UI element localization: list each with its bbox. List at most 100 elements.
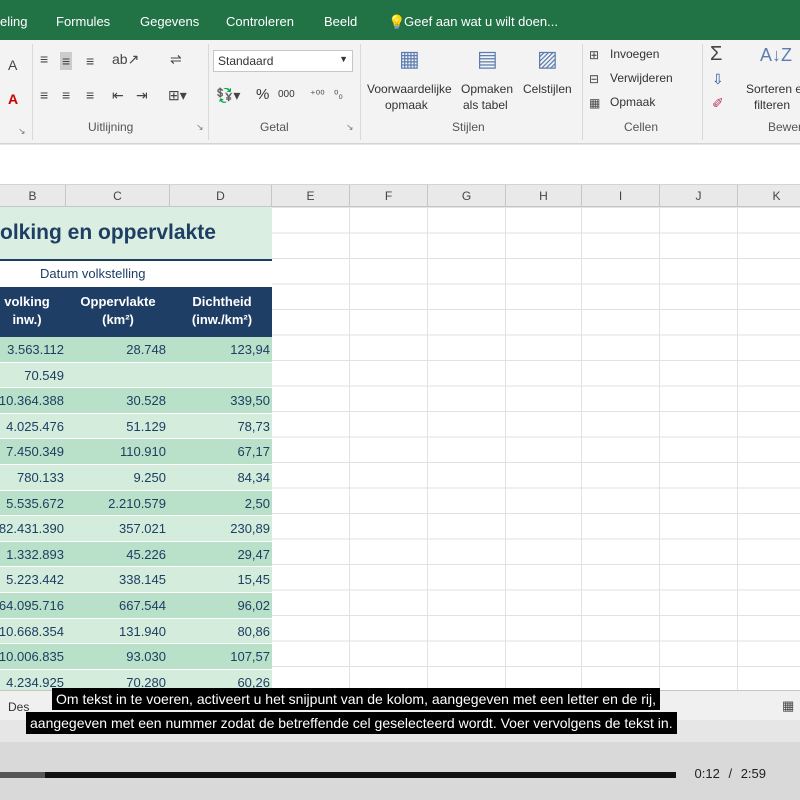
column-header-b[interactable]: B — [0, 185, 66, 207]
autosum-icon[interactable]: Σ — [710, 44, 722, 64]
thousands-separator-button[interactable]: 000 — [278, 89, 295, 100]
column-header-i[interactable]: I — [582, 185, 660, 207]
tab-formulas[interactable]: Formules — [56, 0, 110, 40]
cell-density[interactable]: 84,34 — [237, 470, 270, 485]
cell-area[interactable]: 131.940 — [119, 624, 166, 639]
clear-icon[interactable]: ✐ — [712, 96, 724, 110]
column-header-j[interactable]: J — [660, 185, 738, 207]
column-header-d[interactable]: D — [170, 185, 272, 207]
align-right-icon[interactable]: ≡ — [86, 88, 94, 102]
progress-fill — [0, 772, 46, 778]
align-center-icon[interactable]: ≡ — [62, 88, 70, 102]
cell-density[interactable]: 78,73 — [237, 419, 270, 434]
cell-density[interactable]: 230,89 — [230, 521, 270, 536]
format-button[interactable]: Opmaak — [610, 95, 655, 109]
format-as-table-label: Opmaken — [461, 82, 514, 96]
align-middle-icon[interactable]: ≡ — [60, 52, 73, 70]
cell-area[interactable]: 110.910 — [120, 444, 166, 459]
fill-icon[interactable]: ⇩ — [712, 72, 724, 86]
number-format-select[interactable]: Standaard ▼ — [213, 50, 353, 72]
format-as-table-button[interactable]: ▤ Opmaken als tabel — [459, 44, 519, 116]
cell-population[interactable]: 64.095.716 — [0, 598, 64, 613]
cell-population[interactable]: 70.549 — [24, 368, 64, 383]
number-launcher-icon[interactable]: ↘ — [346, 122, 354, 133]
sort-filter-button[interactable]: Sorteren e — [746, 82, 800, 96]
font-launcher-icon[interactable]: ↘ — [18, 124, 26, 138]
table-row: 780.133 9.250 84,34 — [0, 465, 272, 491]
cell-density[interactable]: 67,17 — [237, 444, 270, 459]
cell-population[interactable]: 10.006.835 — [0, 649, 64, 664]
header-area[interactable]: Oppervlakte (km²) — [66, 293, 170, 329]
header-density[interactable]: Dichtheid (inw./km²) — [172, 293, 272, 329]
table-title-cell[interactable]: olking en oppervlakte — [0, 207, 272, 259]
cell-area[interactable]: 667.544 — [119, 598, 166, 613]
cell-population[interactable]: 10.364.388 — [0, 393, 64, 408]
date-label-cell[interactable]: Datum volkstelling — [0, 261, 272, 287]
cell-area[interactable]: 45.226 — [126, 547, 166, 562]
decrease-indent-icon[interactable]: ⇤ — [112, 88, 124, 102]
align-top-icon[interactable]: ≡ — [40, 52, 48, 66]
chevron-down-icon: ▼ — [339, 54, 348, 64]
cell-area[interactable]: 2.210.579 — [108, 496, 166, 511]
tell-me-search[interactable]: Geef aan wat u wilt doen... — [404, 0, 558, 40]
column-header-e[interactable]: E — [272, 185, 350, 207]
increase-indent-icon[interactable]: ⇥ — [136, 88, 148, 102]
cell-density[interactable]: 80,86 — [237, 624, 270, 639]
cell-area[interactable]: 30.528 — [126, 393, 166, 408]
orientation-icon[interactable]: ab↗ — [112, 52, 139, 66]
tab-view[interactable]: Beeld — [324, 0, 357, 40]
formula-bar[interactable] — [0, 145, 800, 185]
accounting-format-icon[interactable]: 💱▾ — [216, 88, 240, 102]
cell-population[interactable]: 3.563.112 — [7, 342, 64, 357]
cell-population[interactable]: 5.535.672 — [6, 496, 64, 511]
font-size-icon[interactable]: A — [8, 58, 17, 72]
cell-density[interactable]: 96,02 — [237, 598, 270, 613]
cell-population[interactable]: 780.133 — [17, 470, 64, 485]
alignment-launcher-icon[interactable]: ↘ — [196, 122, 204, 133]
cell-density[interactable]: 15,45 — [237, 572, 270, 587]
cell-styles-button[interactable]: ▨ Celstijlen — [519, 44, 579, 116]
percent-button[interactable]: % — [256, 86, 269, 103]
cell-area[interactable]: 51.129 — [126, 419, 166, 434]
cell-area[interactable]: 357.021 — [119, 521, 166, 536]
cell-density[interactable]: 339,50 — [230, 393, 270, 408]
cell-density[interactable]: 2,50 — [245, 496, 270, 511]
cell-area[interactable]: 9.250 — [133, 470, 166, 485]
header-population[interactable]: volking inw.) — [0, 293, 58, 329]
cell-population[interactable]: 82.431.390 — [0, 521, 64, 536]
progress-track[interactable] — [0, 772, 676, 778]
conditional-formatting-button[interactable]: ▦ Voorwaardelijke opmaak — [365, 44, 459, 116]
cell-area[interactable]: 338.145 — [119, 572, 166, 587]
tab-review[interactable]: Controleren — [226, 0, 294, 40]
column-header-g[interactable]: G — [428, 185, 506, 207]
delete-button[interactable]: Verwijderen — [610, 71, 673, 85]
cell-density[interactable]: 107,57 — [230, 649, 270, 664]
wrap-text-icon[interactable]: ⇌ — [170, 52, 182, 66]
font-color-icon[interactable]: A — [8, 92, 18, 106]
align-bottom-icon[interactable]: ≡ — [86, 54, 94, 68]
increase-decimal-icon[interactable]: ⁺⁰⁰ — [310, 88, 325, 102]
cell-area[interactable]: 28.748 — [126, 342, 166, 357]
insert-button[interactable]: Invoegen — [610, 47, 659, 61]
column-header-k[interactable]: K — [738, 185, 800, 207]
merge-cells-icon[interactable]: ⊞▾ — [168, 88, 187, 102]
normal-view-icon[interactable]: ▦ — [782, 699, 794, 713]
decrease-decimal-icon[interactable]: ⁰₀ — [334, 88, 343, 102]
cell-population[interactable]: 7.450.349 — [6, 444, 64, 459]
cell-area[interactable]: 93.030 — [126, 649, 166, 664]
column-header-f[interactable]: F — [350, 185, 428, 207]
cell-population[interactable]: 5.223.442 — [6, 572, 64, 587]
cell-population[interactable]: 4.025.476 — [6, 419, 64, 434]
cell-density[interactable]: 29,47 — [237, 547, 270, 562]
tab-start[interactable]: eling — [0, 0, 27, 40]
column-header-c[interactable]: C — [66, 185, 170, 207]
column-header-h[interactable]: H — [506, 185, 582, 207]
tab-data[interactable]: Gegevens — [140, 0, 199, 40]
total-time: 2:59 — [740, 766, 766, 781]
cell-population[interactable]: 1.332.893 — [6, 547, 64, 562]
group-label-alignment: Uitlijning — [88, 120, 134, 134]
population-table: olking en oppervlakte Datum volkstelling… — [0, 207, 272, 696]
cell-population[interactable]: 10.668.354 — [0, 624, 64, 639]
align-left-icon[interactable]: ≡ — [40, 88, 48, 102]
cell-density[interactable]: 123,94 — [230, 342, 270, 357]
